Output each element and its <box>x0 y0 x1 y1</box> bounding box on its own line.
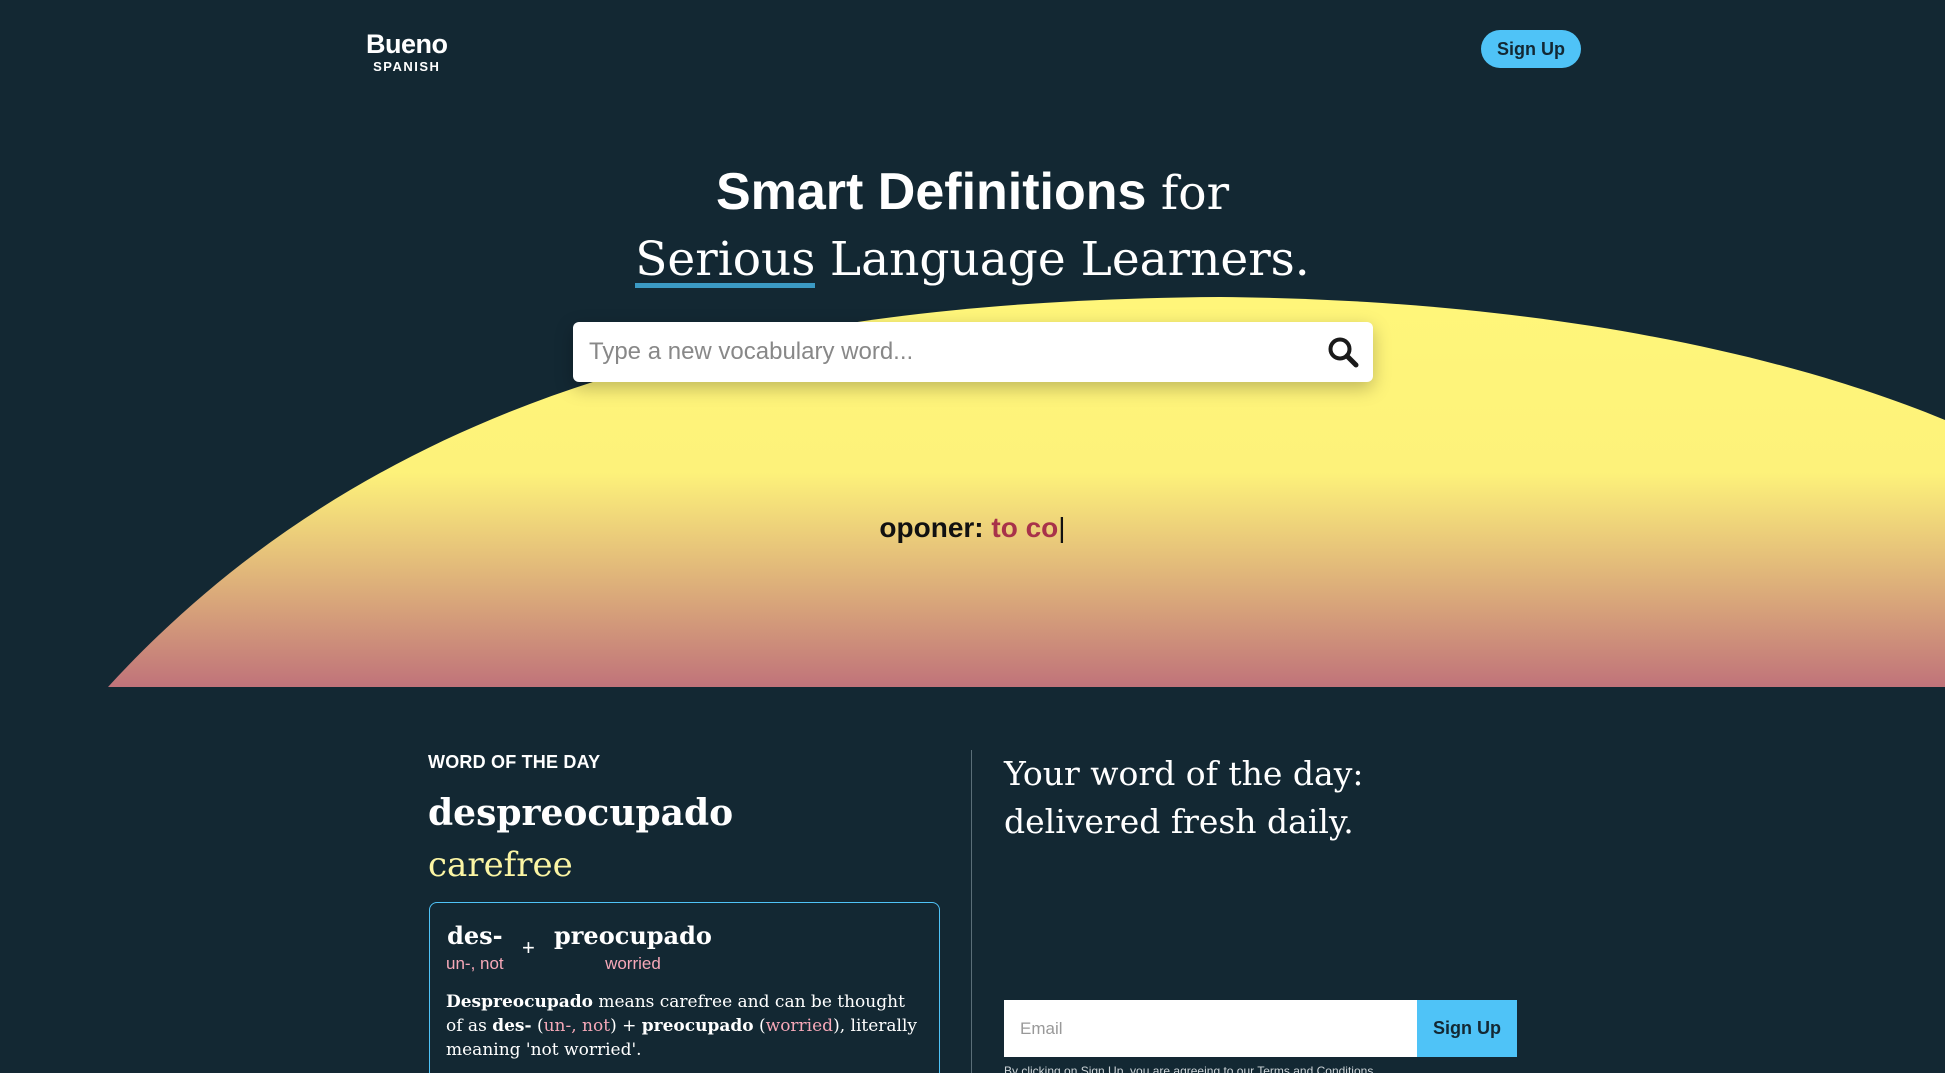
wod-breakdown-card: des- un-, not + preocupado worried Despr… <box>429 902 940 1073</box>
wod-word: despreocupado <box>428 792 734 834</box>
header-signup-button[interactable]: Sign Up <box>1481 30 1581 68</box>
headline-serious: Serious <box>635 232 816 288</box>
morpheme-prefix: des- un-, not <box>446 921 504 974</box>
headline-for: for <box>1160 166 1230 221</box>
wod-explanation: Despreocupado means carefree and can be … <box>446 990 926 1062</box>
logo[interactable]: Bueno SPANISH <box>366 29 448 74</box>
wod-translation: carefree <box>428 845 573 885</box>
explain-root: preocupado <box>641 1016 754 1036</box>
section-divider <box>971 750 972 1073</box>
email-signup-button[interactable]: Sign Up <box>1417 1000 1517 1057</box>
morpheme-root: preocupado <box>554 921 712 950</box>
terms-text: By clicking on Sign Up, you are agreeing… <box>1004 1064 1377 1073</box>
email-field[interactable] <box>1004 1000 1417 1057</box>
explain-gloss: un-, not <box>543 1016 611 1036</box>
search-input[interactable] <box>589 322 1289 382</box>
explain-paren: ( <box>531 1016 544 1036</box>
explain-gloss: worried <box>765 1016 834 1036</box>
typing-definition: to co <box>991 512 1059 543</box>
search-icon[interactable] <box>1327 336 1359 368</box>
explain-word: Despreocupado <box>446 992 593 1012</box>
morpheme-root: des- <box>447 921 503 950</box>
logo-main-text: Bueno <box>366 29 448 59</box>
logo-sub-text: SPANISH <box>373 59 441 74</box>
wod-label: WORD OF THE DAY <box>428 752 601 772</box>
morpheme-gloss: un-, not <box>446 954 504 973</box>
headline-line-2: Serious Language Learners. <box>0 226 1945 292</box>
plus-sign: + <box>522 935 535 960</box>
explain-paren: ( <box>753 1016 766 1036</box>
search-bar <box>573 322 1373 382</box>
typing-word: oponer: <box>879 512 984 543</box>
promo-title: Your word of the day: delivered fresh da… <box>1004 754 1364 841</box>
typing-cursor: | <box>1058 512 1066 543</box>
explain-root: des- <box>492 1016 532 1036</box>
headline-rest: Language Learners. <box>829 232 1310 287</box>
explain-paren: ) + <box>610 1016 642 1036</box>
page-headline: Smart Definitions for Serious Language L… <box>0 160 1945 292</box>
headline-line-1: Smart Definitions for <box>0 160 1945 226</box>
morpheme-gloss: worried <box>605 954 661 973</box>
headline-bold: Smart Definitions <box>715 163 1147 221</box>
morpheme-base: preocupado worried <box>554 921 712 974</box>
typing-demo: oponer: to co| <box>0 512 1945 544</box>
